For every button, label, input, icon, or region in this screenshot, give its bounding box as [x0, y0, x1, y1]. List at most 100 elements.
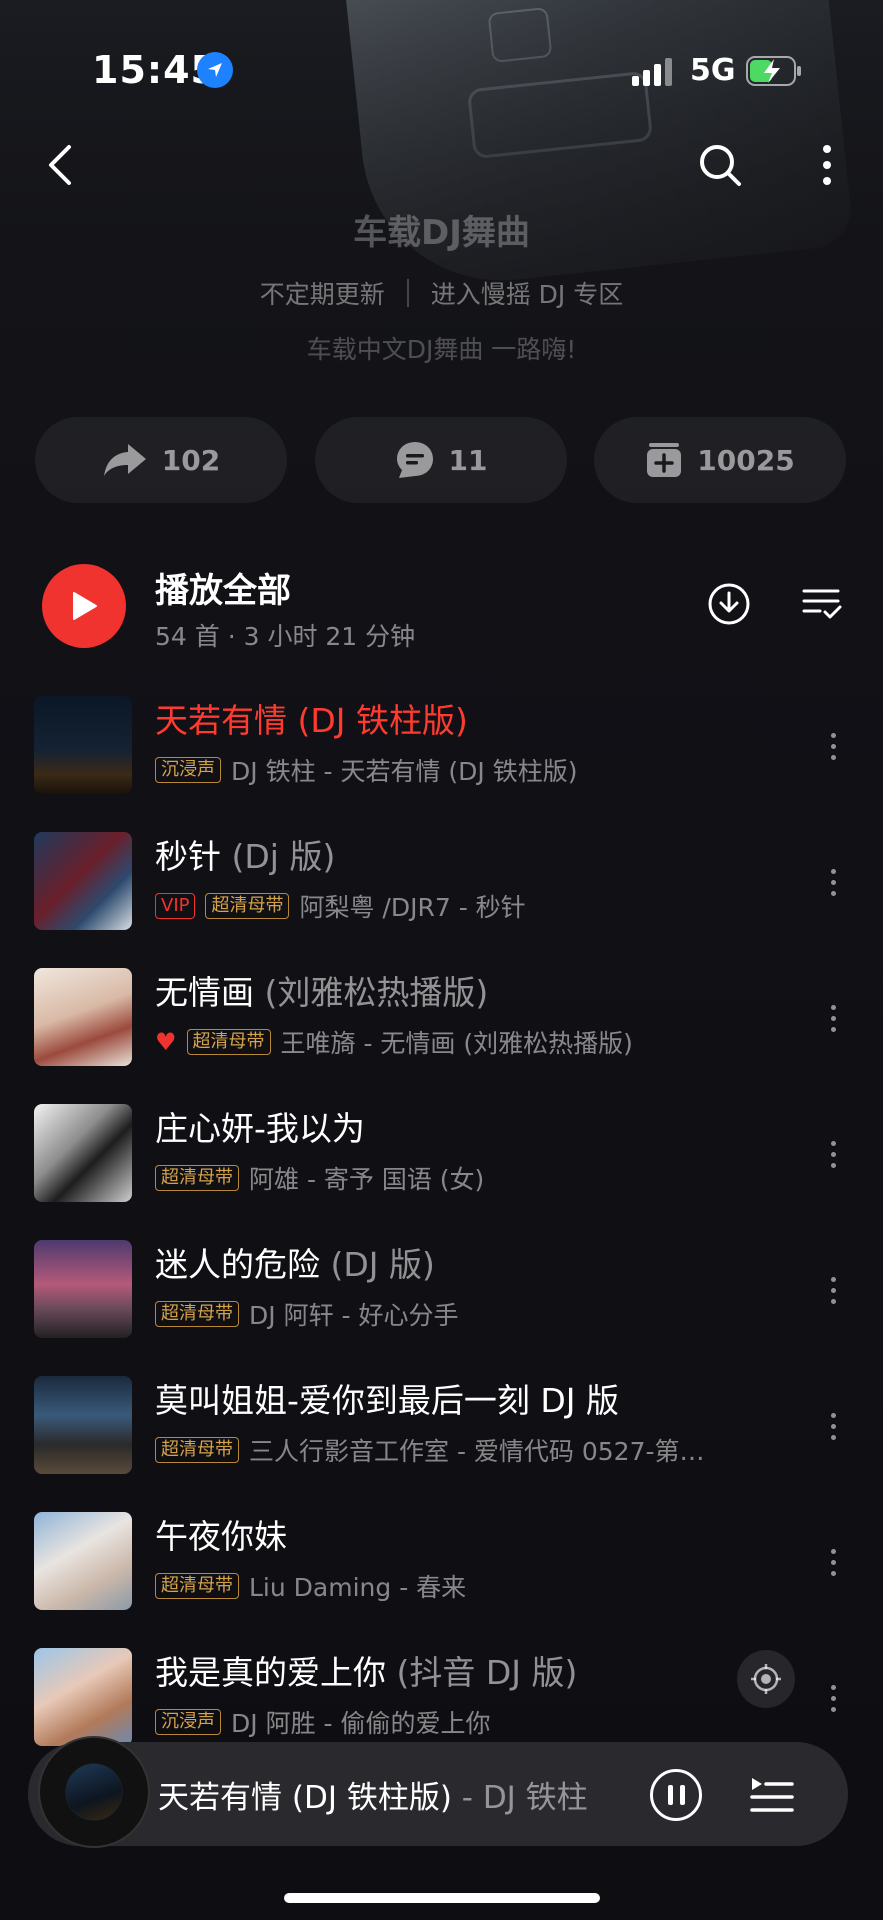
playlist-description[interactable]: 车载中文DJ舞曲 一路嗨! — [0, 330, 883, 366]
song-row[interactable]: 庄心妍-我以为 超清母带 阿雄 - 寄予 国语 (女) — [0, 1104, 883, 1240]
song-subtitle: 王唯旖 - 无情画 (刘雅松热播版) — [280, 1029, 633, 1058]
play-all-button[interactable] — [42, 564, 126, 648]
song-cover — [34, 1648, 132, 1746]
share-arrow-icon — [103, 444, 146, 476]
song-title: 莫叫姐姐-爱你到最后一刻 DJ 版 — [155, 1381, 620, 1420]
comment-count: 11 — [448, 443, 488, 477]
collect-count: 10025 — [697, 443, 795, 477]
song-meta: 超清母带 DJ 阿轩 - 好心分手 — [155, 1296, 459, 1332]
now-playing-disc[interactable] — [38, 1736, 150, 1848]
song-row[interactable]: 无情画 (刘雅松热播版) ♥ 超清母带 王唯旖 - 无情画 (刘雅松热播版) — [0, 968, 883, 1104]
battery-charging-icon — [746, 56, 801, 86]
song-title: 秒针 (Dj 版) — [155, 837, 336, 876]
signal-icon — [632, 58, 672, 86]
download-button[interactable] — [703, 578, 755, 630]
now-playing-text[interactable]: 天若有情 (DJ 铁柱版) - DJ 铁柱 — [158, 1772, 588, 1817]
song-row[interactable]: 迷人的危险 (DJ 版) 超清母带 DJ 阿轩 - 好心分手 — [0, 1240, 883, 1376]
now-playing-artist: - DJ 铁柱 — [451, 1780, 588, 1816]
song-meta: VIP 超清母带 阿梨粤 /DJR7 - 秒针 — [155, 888, 526, 924]
song-cover — [34, 968, 132, 1066]
dj-zone-link[interactable]: 进入慢摇 DJ 专区 — [431, 275, 624, 311]
vertical-dots-icon — [823, 145, 831, 185]
song-meta: ♥ 超清母带 王唯旖 - 无情画 (刘雅松热播版) — [155, 1024, 633, 1060]
song-more-button[interactable] — [818, 1134, 848, 1174]
search-icon — [700, 145, 741, 186]
download-icon — [708, 583, 750, 625]
collect-button[interactable]: 10025 — [594, 417, 846, 503]
pause-button[interactable] — [650, 1769, 702, 1821]
song-cover — [34, 832, 132, 930]
song-cover — [34, 1512, 132, 1610]
song-cover — [34, 1376, 132, 1474]
song-meta: 沉浸声 DJ 阿胜 - 偷偷的爱上你 — [155, 1704, 491, 1740]
song-more-button[interactable] — [818, 1678, 848, 1718]
song-title: 无情画 (刘雅松热播版) — [155, 973, 489, 1012]
quality-tag: 超清母带 — [186, 1029, 271, 1055]
song-title: 我是真的爱上你 (抖音 DJ 版) — [155, 1653, 578, 1692]
playlist-queue-icon[interactable] — [746, 1769, 796, 1819]
location-icon — [197, 52, 233, 88]
comment-icon — [396, 442, 433, 478]
song-meta: 超清母带 三人行影音工作室 - 爱情代码 0527-第… — [155, 1432, 705, 1468]
locate-playing-button[interactable] — [737, 1650, 795, 1708]
song-more-button[interactable] — [818, 998, 848, 1038]
song-cover — [34, 1104, 132, 1202]
playlist-title: 车载DJ舞曲 — [353, 213, 530, 253]
quality-tag: 超清母带 — [155, 1437, 239, 1463]
song-subtitle: 阿雄 - 寄予 国语 (女) — [249, 1165, 485, 1194]
more-options-button[interactable] — [812, 140, 842, 190]
now-playing-title: 天若有情 (DJ 铁柱版) — [158, 1780, 452, 1816]
share-button[interactable]: 102 — [35, 417, 287, 503]
mini-player[interactable]: 天若有情 (DJ 铁柱版) - DJ 铁柱 — [28, 1736, 848, 1848]
song-title: 天若有情 (DJ 铁柱版) — [155, 701, 468, 740]
add-to-collection-icon — [647, 443, 682, 477]
song-more-button[interactable] — [818, 726, 848, 766]
playlist-subinfo: 不定期更新 进入慢摇 DJ 专区 — [0, 275, 883, 311]
song-subtitle: 三人行影音工作室 - 爱情代码 0527-第… — [249, 1437, 705, 1466]
song-subtitle: DJ 铁柱 - 天若有情 (DJ 铁柱版) — [231, 757, 578, 786]
comment-button[interactable]: 11 — [315, 417, 567, 503]
song-meta: 超清母带 阿雄 - 寄予 国语 (女) — [155, 1160, 484, 1196]
update-frequency-label: 不定期更新 — [259, 280, 385, 309]
song-cover — [34, 1240, 132, 1338]
playlist-screen: 15:45 5G 车载DJ舞曲 不定期更新 进入慢摇 DJ 专区 车载中文DJ舞… — [0, 0, 883, 1920]
song-meta: 超清母带 Liu Daming - 春来 — [155, 1568, 466, 1604]
search-button[interactable] — [695, 140, 745, 190]
song-title: 迷人的危险 (DJ 版) — [155, 1245, 435, 1284]
song-more-button[interactable] — [818, 1270, 848, 1310]
song-cover — [34, 696, 132, 794]
back-button[interactable] — [38, 140, 82, 190]
locate-target-icon — [751, 1664, 781, 1694]
quality-tag: 超清母带 — [205, 893, 290, 919]
multi-select-button[interactable] — [796, 578, 848, 630]
song-row[interactable]: 午夜你妹 超清母带 Liu Daming - 春来 — [0, 1512, 883, 1648]
home-indicator[interactable] — [284, 1893, 600, 1903]
song-subtitle: DJ 阿轩 - 好心分手 — [249, 1301, 459, 1330]
play-icon — [73, 592, 97, 620]
song-title: 庄心妍-我以为 — [155, 1109, 365, 1148]
quality-tag: 沉浸声 — [155, 757, 221, 783]
quality-tag: 超清母带 — [155, 1573, 239, 1599]
quality-tag: 沉浸声 — [155, 1709, 221, 1735]
song-more-button[interactable] — [818, 862, 848, 902]
playlist-track-count: 54 首 · 3 小时 21 分钟 — [155, 622, 416, 651]
quality-tag: 超清母带 — [155, 1301, 239, 1327]
vip-tag: VIP — [155, 893, 196, 919]
divider — [406, 279, 409, 307]
song-subtitle: 阿梨粤 /DJR7 - 秒针 — [299, 893, 526, 922]
song-row[interactable]: 天若有情 (DJ 铁柱版) 沉浸声 DJ 铁柱 - 天若有情 (DJ 铁柱版) — [0, 696, 883, 832]
liked-heart-icon[interactable]: ♥ — [155, 1028, 177, 1056]
share-count: 102 — [161, 443, 221, 477]
song-subtitle: Liu Daming - 春来 — [249, 1573, 467, 1602]
song-title: 午夜你妹 — [155, 1517, 287, 1556]
song-subtitle: DJ 阿胜 - 偷偷的爱上你 — [231, 1709, 491, 1738]
song-more-button[interactable] — [818, 1542, 848, 1582]
list-check-icon — [802, 589, 842, 619]
play-all-label[interactable]: 播放全部 — [155, 563, 291, 612]
song-row[interactable]: 莫叫姐姐-爱你到最后一刻 DJ 版 超清母带 三人行影音工作室 - 爱情代码 0… — [0, 1376, 883, 1512]
song-more-button[interactable] — [818, 1406, 848, 1446]
quality-tag: 超清母带 — [155, 1165, 239, 1191]
song-meta: 沉浸声 DJ 铁柱 - 天若有情 (DJ 铁柱版) — [155, 752, 578, 788]
song-row[interactable]: 秒针 (Dj 版) VIP 超清母带 阿梨粤 /DJR7 - 秒针 — [0, 832, 883, 968]
network-label: 5G — [690, 53, 736, 88]
